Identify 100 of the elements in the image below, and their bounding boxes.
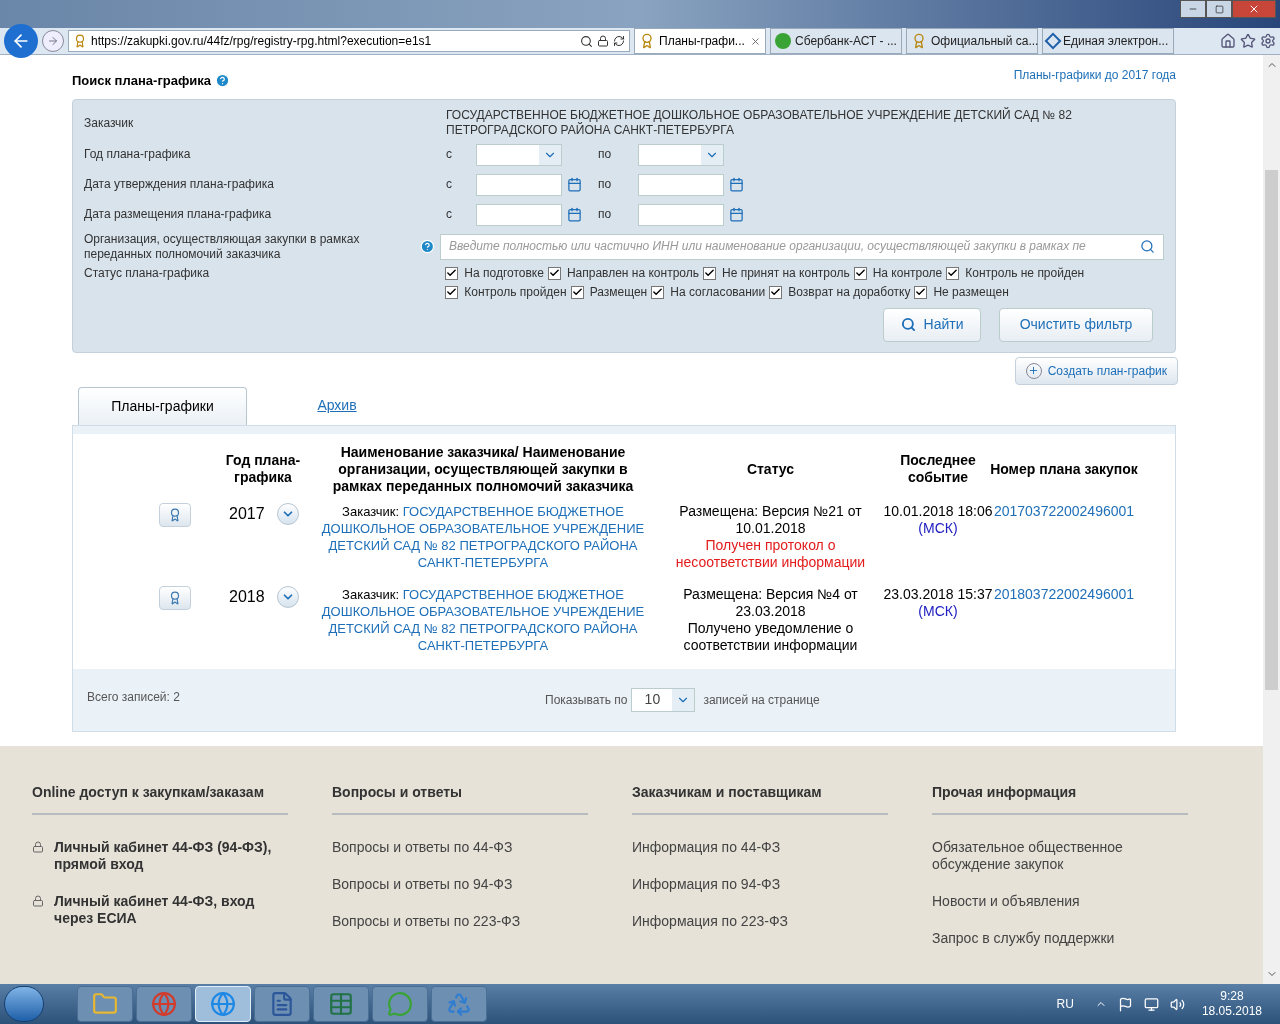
footer-link[interactable]: Информация по 94-ФЗ [632,875,888,893]
settings-icon[interactable] [1260,33,1276,49]
list-tab[interactable]: Архив [247,386,427,425]
column-header: Номер плана закупок [989,460,1139,478]
status-checkbox[interactable]: Контроль не пройден [946,265,1085,281]
globe-icon [151,991,177,1017]
range-to-label: по [597,147,613,162]
calendar-icon[interactable] [567,177,582,192]
home-icon[interactable] [1220,33,1236,49]
list-tab[interactable]: Планы-графики [78,386,247,425]
clock-date: 18.05.2018 [1201,1004,1262,1019]
date-field[interactable] [638,203,724,226]
footer-link[interactable]: Информация по 223-ФЗ [632,912,888,930]
footer-link[interactable]: Вопросы и ответы по 223-ФЗ [332,912,588,930]
timezone-label: (МСК) [918,519,958,537]
footer-link[interactable]: Вопросы и ответы по 94-ФЗ [332,875,588,893]
checkbox[interactable] [946,266,960,280]
footer-link[interactable]: Личный кабинет 44-ФЗ (94-ФЗ), прямой вход [54,838,288,873]
search-icon [900,317,916,332]
recycle-icon [446,991,472,1017]
footer-link[interactable]: Личный кабинет 44-ФЗ, вход через ЕСИА [54,892,288,927]
status-checkbox[interactable]: Не размещен [914,284,1009,300]
language-indicator[interactable]: RU [1056,995,1074,1013]
range-to-label: по [597,177,613,192]
refresh-icon [613,35,625,47]
page-size-label: Показывать по [545,691,628,709]
minimize-button[interactable] [1180,0,1206,18]
badge-icon-button[interactable] [159,585,191,610]
checkbox[interactable] [651,285,665,299]
create-plan-button[interactable]: Создать план-график [1014,356,1178,385]
taskbar-app[interactable] [77,986,133,1022]
footer-link[interactable]: Вопросы и ответы по 44-ФЗ [332,838,588,856]
checkbox[interactable] [853,266,867,280]
calendar-icon[interactable] [729,177,744,192]
star-icon[interactable] [1240,33,1256,49]
clear-filter-button[interactable]: Очистить фильтр [999,307,1153,342]
plan-number-link[interactable]: 201803722002496001 [993,585,1135,654]
emblem-icon [73,34,87,48]
plan-number-link[interactable]: 201703722002496001 [993,502,1135,571]
checkbox[interactable] [445,285,459,299]
footer-link[interactable]: Новости и объявления [932,892,1188,910]
checkbox[interactable] [914,285,928,299]
page-size-select[interactable]: 10 [631,687,696,712]
address-bar[interactable]: https://zakupki.gov.ru/44fz/rpg/registry-rpg.html?execution=e1s1 [68,30,630,52]
expand-button[interactable] [276,585,299,608]
organization-search-field[interactable]: Введите полностью или частично ИНН или наименование организации, осуществляющей закупки в рамках пе [440,233,1164,260]
emblem-icon [639,33,655,49]
volume-icon[interactable] [1169,996,1185,1012]
taskbar-app[interactable] [254,986,310,1022]
status-checkbox[interactable]: На согласовании [651,284,766,300]
customer-value: ГОСУДАРСТВЕННОЕ БЮДЖЕТНОЕ ДОШКОЛЬНОЕ ОБРАЗОВАТЕЛЬНОЕ УЧРЕЖДЕНИЕ ДЕТСКИЙ САД № 82 ПЕТРОГРАДСКОГО РАЙОНА САНКТ-ПЕТЕРБУРГА [446,107,1073,138]
maximize-button[interactable] [1206,0,1232,18]
field-label: Статус плана-графика [84,265,211,282]
checkmark-icon [854,267,866,279]
scrollbar[interactable] [1263,55,1280,984]
help-icon[interactable] [215,73,231,89]
status-checkbox[interactable]: На подготовке [445,265,544,281]
footer-link[interactable]: Запрос в службу поддержки [932,929,1188,947]
checkbox[interactable] [570,285,584,299]
status-checkbox[interactable]: Не принят на контроль [703,265,850,281]
browser-tab[interactable]: Планы-графи... [634,28,766,54]
maximize-icon [1214,4,1224,14]
find-button[interactable]: Найти [883,307,981,342]
search-icon[interactable] [1140,239,1155,254]
expand-button[interactable] [276,502,299,525]
checkbox[interactable] [769,285,783,299]
checkmark-icon [446,286,458,298]
badge-icon-button[interactable] [159,502,191,527]
status-checkbox[interactable]: Размещен [570,284,648,300]
footer-link[interactable]: Информация по 44-ФЗ [632,838,888,856]
status-checkbox[interactable]: Контроль пройден [445,284,567,300]
back-button[interactable] [4,24,38,58]
calendar-icon[interactable] [729,207,744,222]
checkbox[interactable] [445,266,459,280]
range-to-label: по [597,207,613,222]
start-button[interactable] [4,986,44,1022]
status-checkbox[interactable]: На контроле [853,265,943,281]
checkmark-icon [704,267,715,279]
flag-icon[interactable] [1117,996,1133,1012]
field-label: Дата размещения плана-графика [84,207,273,222]
browser-tab[interactable]: Единая электрон... [1042,28,1174,54]
status-checkbox[interactable]: Направлен на контроль [547,265,699,281]
checkbox[interactable] [703,266,716,280]
close-icon[interactable] [750,35,761,47]
forward-button[interactable] [42,30,64,52]
checkmark-icon [446,267,458,279]
checkmark-icon [915,286,927,298]
network-icon[interactable] [1143,996,1159,1012]
checkbox[interactable] [547,266,561,280]
footer-link[interactable]: Обязательное общественное обсуждение закупок [932,838,1188,873]
scrollbar-thumb[interactable] [1265,169,1278,690]
date-field[interactable] [476,173,562,196]
calendar-icon[interactable] [567,207,582,222]
help-icon[interactable] [420,239,436,254]
browser-tab[interactable]: Сбербанк-АСТ - ... [770,28,902,54]
browser-tab[interactable]: Официальный са... [906,28,1038,54]
status-checkbox[interactable]: Возврат на доработку [769,284,911,300]
date-field[interactable] [638,173,724,196]
date-field[interactable] [476,203,562,226]
old-plans-link[interactable]: Планы-графики до 2017 года [1013,65,1176,84]
